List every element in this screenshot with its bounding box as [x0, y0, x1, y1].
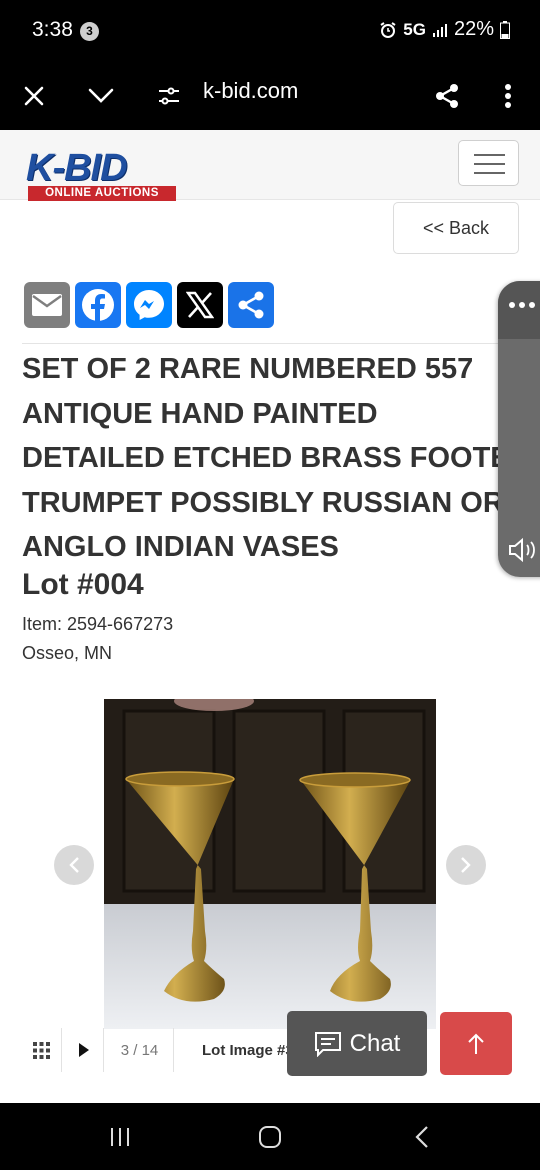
chevron-down-icon[interactable] — [81, 76, 121, 116]
back-nav-button[interactable] — [402, 1121, 442, 1153]
image-label-text: Lot Image #3 — [202, 1041, 289, 1059]
recent-apps-button[interactable] — [100, 1121, 140, 1153]
lot-title-line: ANTIQUE HAND PAINTED — [22, 397, 378, 430]
more-options-icon[interactable] — [488, 76, 528, 116]
grid-icon — [33, 1041, 50, 1059]
chat-button[interactable]: Chat — [287, 1011, 427, 1076]
back-button[interactable]: << Back — [393, 202, 519, 254]
x-icon — [186, 291, 214, 319]
x-share-button[interactable] — [177, 282, 223, 328]
previous-image-button[interactable] — [54, 845, 94, 885]
lot-number: Lot #004 — [22, 568, 144, 601]
generic-share-button[interactable] — [228, 282, 274, 328]
status-indicators: 5G 22% — [379, 18, 510, 41]
messenger-icon — [134, 290, 164, 320]
email-share-button[interactable] — [24, 282, 70, 328]
site-settings-icon[interactable] — [149, 76, 189, 116]
share-page-icon[interactable] — [427, 76, 467, 116]
more-icon[interactable] — [498, 281, 540, 339]
recent-apps-icon — [111, 1128, 129, 1146]
battery-icon — [500, 20, 510, 39]
play-slideshow-button[interactable] — [64, 1028, 104, 1072]
signal-icon — [432, 23, 447, 37]
next-image-button[interactable] — [446, 845, 486, 885]
logo-subtitle: ONLINE AUCTIONS — [28, 186, 176, 201]
facebook-share-button[interactable] — [75, 282, 121, 328]
scroll-to-top-button[interactable] — [440, 1012, 512, 1075]
hamburger-menu-button[interactable] — [458, 140, 519, 186]
share-icon — [238, 291, 264, 319]
messenger-share-button[interactable] — [126, 282, 172, 328]
system-navigation-bar — [0, 1103, 540, 1170]
home-icon — [259, 1126, 281, 1148]
chevron-left-icon — [69, 857, 79, 873]
play-icon — [78, 1043, 89, 1057]
browser-toolbar: k-bid.com — [0, 62, 540, 130]
item-number: Item: 2594-667273 — [22, 614, 174, 634]
notification-count-badge: 3 — [80, 22, 99, 41]
email-icon — [32, 294, 62, 316]
status-time: 3:38 — [32, 18, 73, 41]
arrow-up-icon — [468, 1033, 484, 1054]
network-type: 5G — [403, 19, 426, 39]
close-tab-icon[interactable] — [14, 76, 54, 116]
battery-percent: 22% — [453, 18, 494, 40]
lot-title-line: ANGLO INDIAN VASES — [22, 531, 339, 563]
image-counter: 3 / 14 — [106, 1028, 174, 1072]
chevron-right-icon — [461, 857, 471, 873]
grid-view-button[interactable] — [22, 1028, 62, 1072]
back-arrow-icon — [415, 1126, 428, 1148]
chat-label: Chat — [349, 1029, 401, 1057]
lot-title: SET OF 2 RARE NUMBERED 557 ANTIQUE HAND … — [22, 347, 502, 570]
divider — [22, 343, 518, 344]
logo-text: K-BID — [26, 147, 128, 189]
home-button[interactable] — [250, 1121, 290, 1153]
lot-title-line: SET OF 2 RARE NUMBERED 557 — [22, 353, 474, 385]
floating-side-panel[interactable] — [498, 281, 540, 577]
lot-title-line: DETAILED ETCHED BRASS FOOTED — [22, 442, 502, 474]
image-label: Lot Image #3 — [174, 1028, 289, 1072]
share-buttons — [24, 282, 274, 328]
hamburger-icon — [474, 154, 505, 156]
status-bar: 3:38 3 5G 22% — [0, 0, 540, 62]
url-bar[interactable]: k-bid.com — [203, 78, 298, 104]
lot-title-line: TRUMPET POSSIBLY RUSSIAN OR — [22, 486, 502, 519]
speaker-icon[interactable] — [508, 537, 540, 563]
facebook-icon — [82, 289, 114, 322]
kbid-logo[interactable]: K-BID ONLINE AUCTIONS — [26, 148, 178, 204]
image-counter-text: 3 / 14 — [120, 1041, 159, 1059]
lot-image[interactable] — [104, 699, 436, 1029]
alarm-icon — [380, 21, 396, 38]
chat-icon — [314, 1031, 341, 1057]
location: Osseo, MN — [22, 643, 113, 663]
